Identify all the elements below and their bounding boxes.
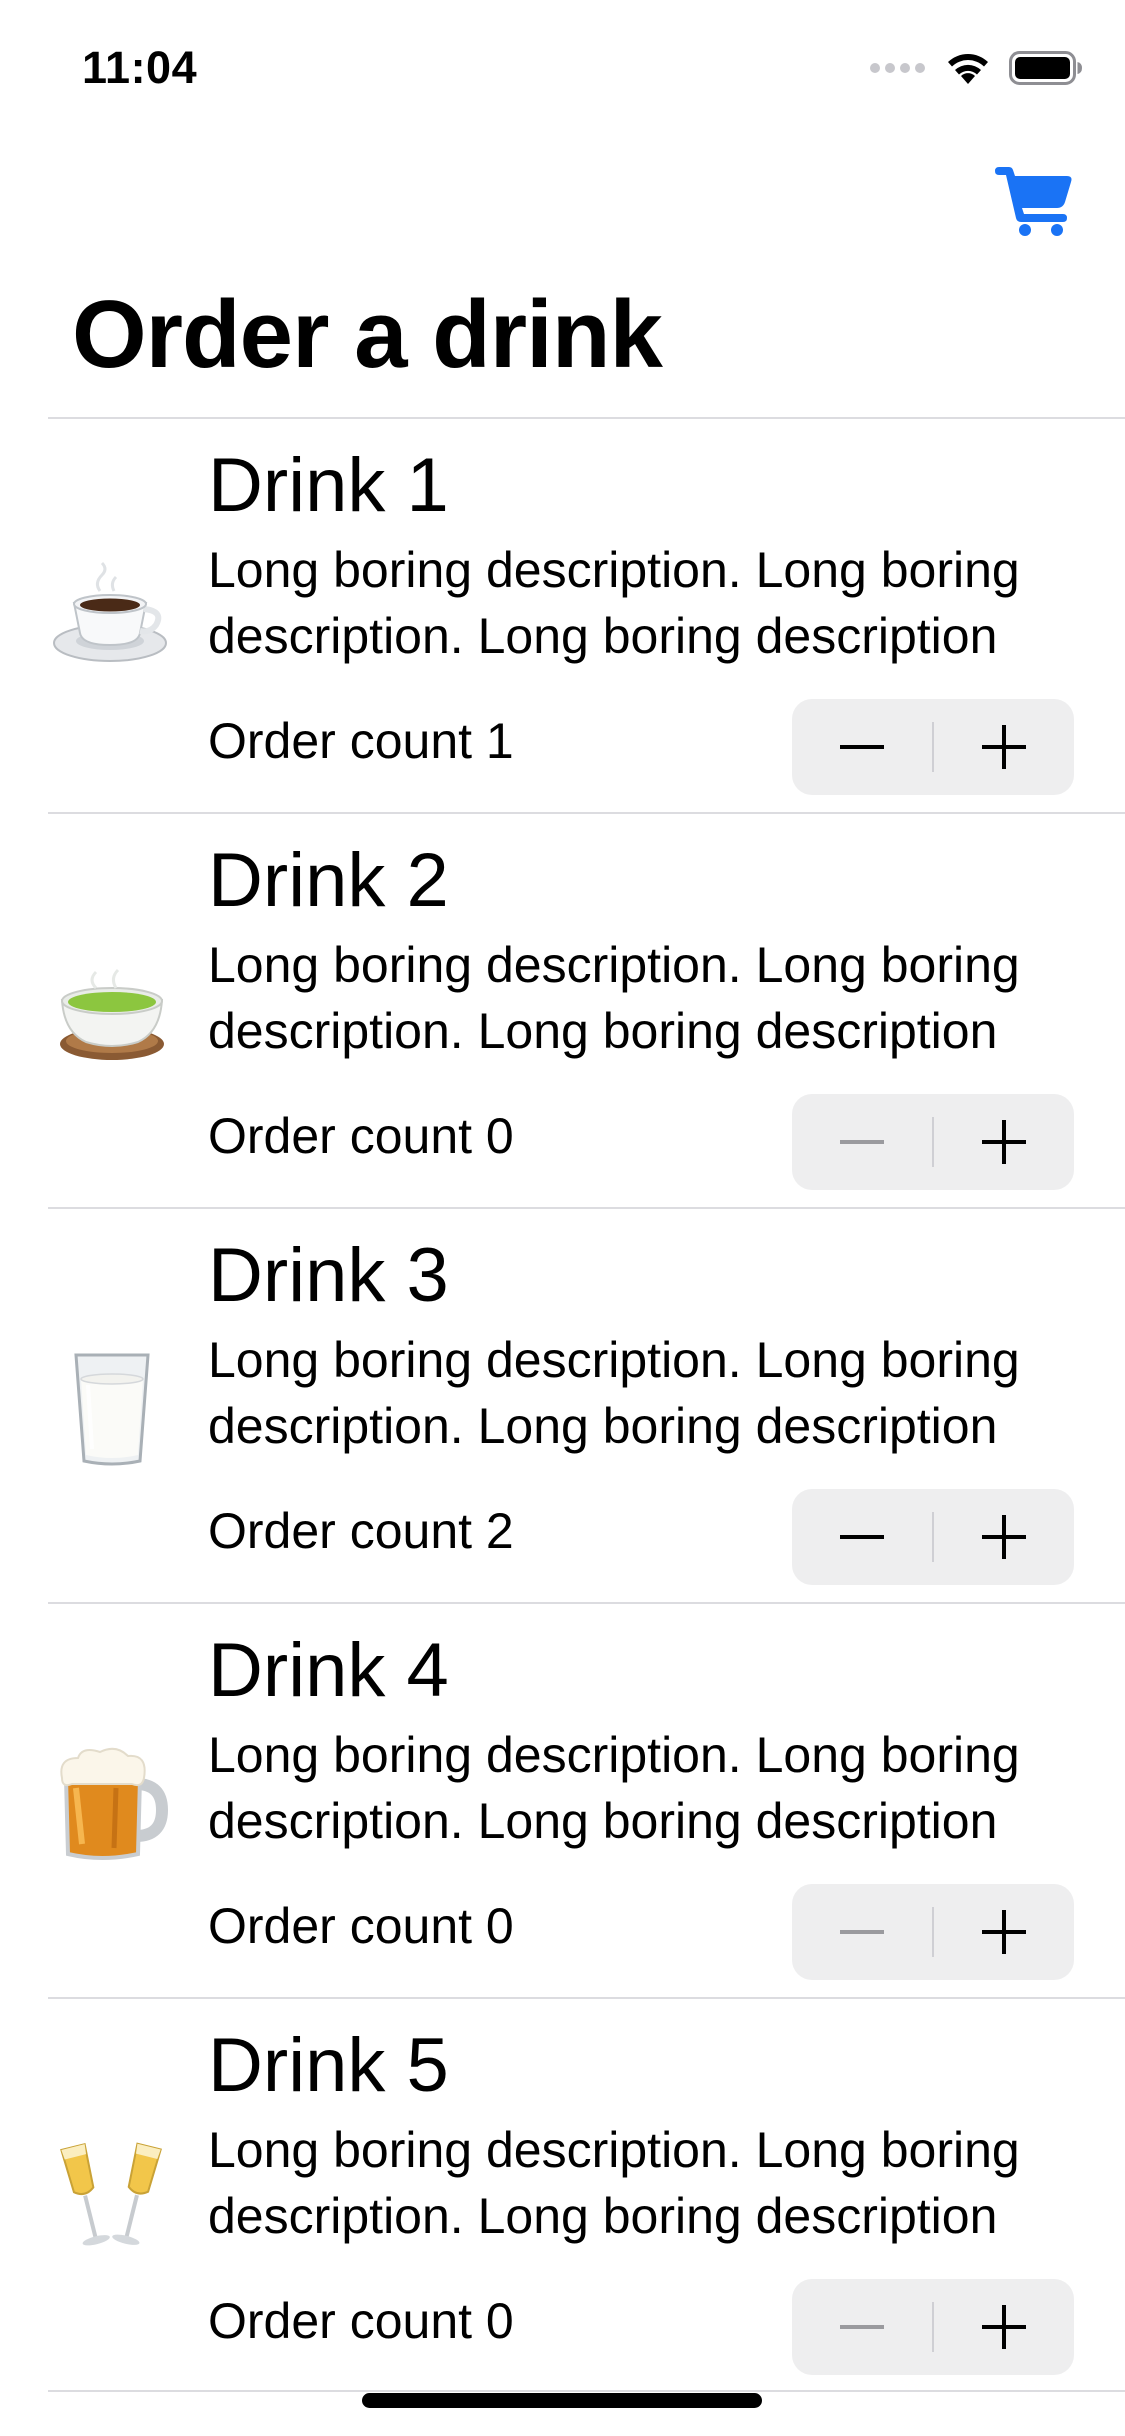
milk-glass-icon bbox=[52, 1349, 172, 1469]
quantity-stepper bbox=[792, 2279, 1074, 2375]
decrement-button[interactable] bbox=[792, 1489, 932, 1585]
plus-icon bbox=[982, 1910, 1026, 1954]
drink-description: Long boring description. Long boring des… bbox=[208, 1332, 1020, 1454]
battery-icon bbox=[1009, 51, 1082, 85]
drink-description: Long boring description. Long boring des… bbox=[208, 2122, 1020, 2244]
status-icons bbox=[870, 50, 1083, 86]
minus-icon bbox=[840, 1930, 884, 1934]
increment-button[interactable] bbox=[934, 2279, 1074, 2375]
page-title: Order a drink bbox=[72, 281, 663, 388]
minus-icon bbox=[840, 745, 884, 749]
decrement-button[interactable] bbox=[792, 1884, 932, 1980]
cart-button[interactable] bbox=[995, 166, 1073, 236]
order-count-label: Order count 0 bbox=[208, 1108, 514, 1164]
status-bar: 11:04 bbox=[0, 0, 1125, 132]
decrement-button[interactable] bbox=[792, 2279, 932, 2375]
drink-description: Long boring description. Long boring des… bbox=[208, 1727, 1020, 1849]
drink-name: Drink 3 bbox=[208, 1233, 449, 1318]
increment-button[interactable] bbox=[934, 699, 1074, 795]
champagne-glasses-icon bbox=[52, 2139, 172, 2259]
plus-icon bbox=[982, 725, 1026, 769]
drink-row: Drink 5 Long boring description. Long bo… bbox=[48, 1997, 1125, 2392]
minus-icon bbox=[840, 1140, 884, 1144]
drink-name: Drink 2 bbox=[208, 838, 449, 923]
plus-icon bbox=[982, 1515, 1026, 1559]
increment-button[interactable] bbox=[934, 1884, 1074, 1980]
drink-name: Drink 5 bbox=[208, 2023, 449, 2108]
quantity-stepper bbox=[792, 1489, 1074, 1585]
increment-button[interactable] bbox=[934, 1094, 1074, 1190]
drink-list: Drink 1 Long boring description. Long bo… bbox=[48, 417, 1125, 2392]
wifi-icon bbox=[948, 54, 988, 84]
order-count-label: Order count 1 bbox=[208, 713, 514, 769]
drink-row: Drink 1 Long boring description. Long bo… bbox=[48, 417, 1125, 812]
coffee-icon bbox=[52, 559, 172, 679]
order-count-label: Order count 2 bbox=[208, 1503, 514, 1559]
drink-description: Long boring description. Long boring des… bbox=[208, 937, 1020, 1059]
order-count-label: Order count 0 bbox=[208, 1898, 514, 1954]
home-indicator[interactable] bbox=[362, 2393, 762, 2408]
status-time: 11:04 bbox=[82, 42, 198, 93]
decrement-button[interactable] bbox=[792, 699, 932, 795]
beer-mug-icon bbox=[52, 1744, 172, 1864]
drink-row: Drink 2 Long boring description. Long bo… bbox=[48, 812, 1125, 1207]
drink-description: Long boring description. Long boring des… bbox=[208, 542, 1020, 664]
quantity-stepper bbox=[792, 1094, 1074, 1190]
drink-name: Drink 1 bbox=[208, 443, 449, 528]
signal-icon bbox=[870, 63, 925, 73]
navigation-bar bbox=[0, 132, 1125, 282]
order-count-label: Order count 0 bbox=[208, 2293, 514, 2349]
increment-button[interactable] bbox=[934, 1489, 1074, 1585]
decrement-button[interactable] bbox=[792, 1094, 932, 1190]
cart-icon bbox=[995, 167, 1072, 236]
minus-icon bbox=[840, 2325, 884, 2329]
green-tea-icon bbox=[52, 954, 172, 1074]
plus-icon bbox=[982, 1120, 1026, 1164]
quantity-stepper bbox=[792, 699, 1074, 795]
drink-row: Drink 4 Long boring description. Long bo… bbox=[48, 1602, 1125, 1997]
quantity-stepper bbox=[792, 1884, 1074, 1980]
drink-name: Drink 4 bbox=[208, 1628, 449, 1713]
plus-icon bbox=[982, 2305, 1026, 2349]
drink-row: Drink 3 Long boring description. Long bo… bbox=[48, 1207, 1125, 1602]
minus-icon bbox=[840, 1535, 884, 1539]
